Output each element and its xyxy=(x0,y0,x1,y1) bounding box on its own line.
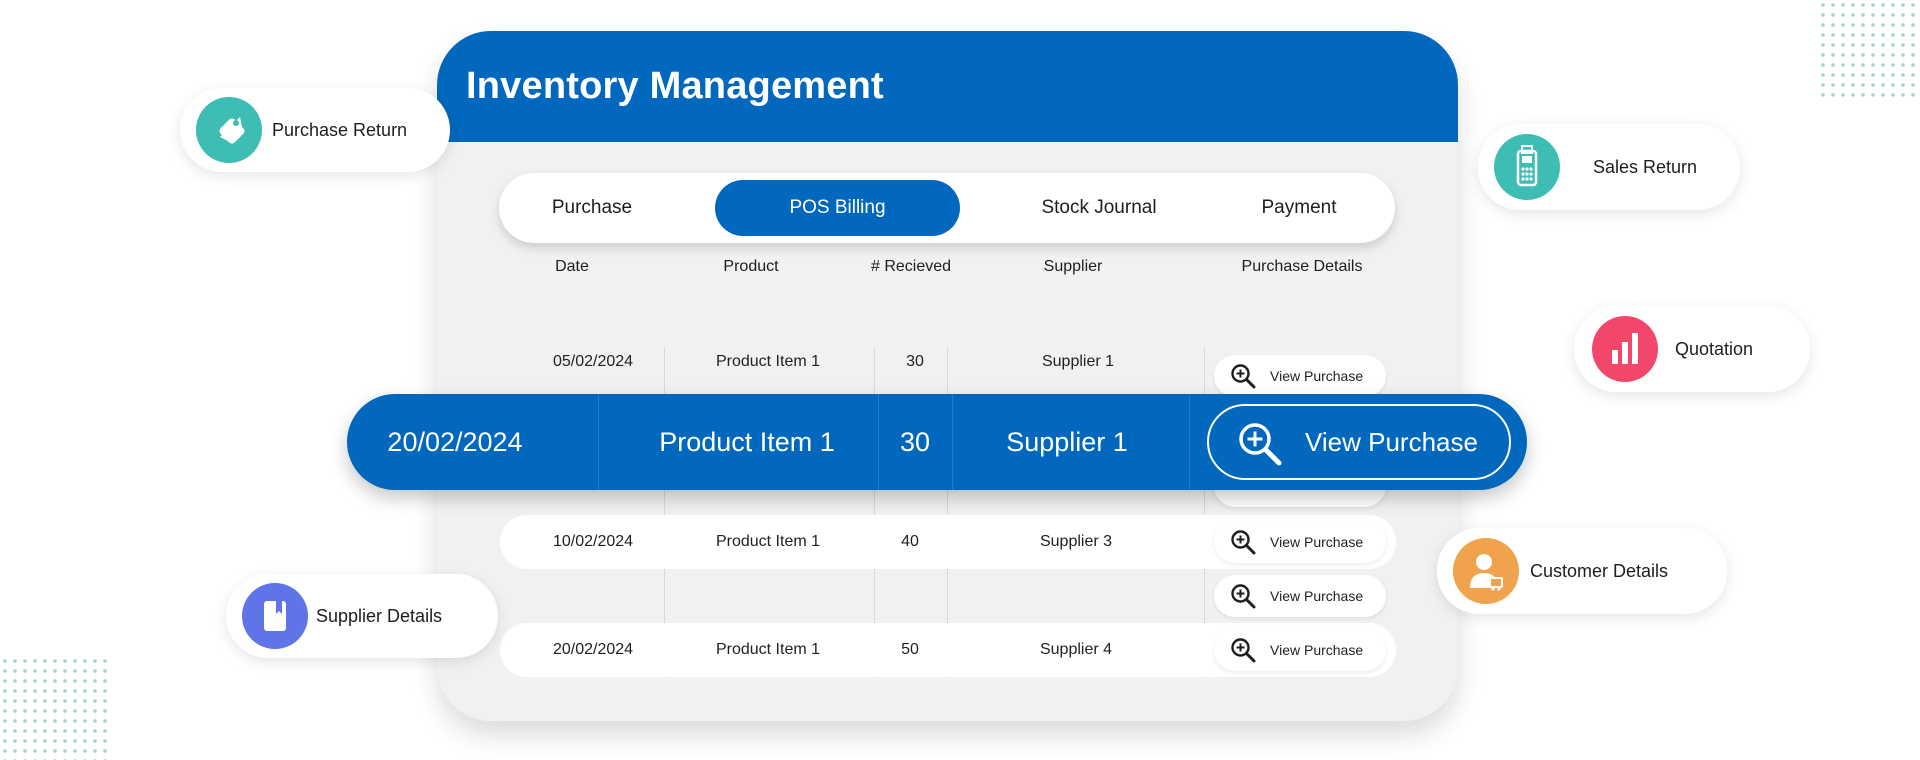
view-purchase-button[interactable]: View Purchase xyxy=(1214,629,1386,671)
view-purchase-label: View Purchase xyxy=(1270,642,1364,658)
pill-icon-circle xyxy=(242,583,308,649)
pill-label: Sales Return xyxy=(1593,157,1698,177)
zoom-in-icon xyxy=(1231,530,1256,555)
pill-label: Supplier Details xyxy=(316,606,443,626)
view-purchase-button-highlighted[interactable]: View Purchase xyxy=(1207,404,1511,480)
tab-stock-journal[interactable]: Stock Journal xyxy=(1009,180,1189,236)
column-header-received: # Recieved xyxy=(870,258,952,275)
pill-icon-circle xyxy=(1592,316,1658,382)
highlight-cell-received: 30 xyxy=(899,427,931,457)
cell-supplier: Supplier 1 xyxy=(1041,353,1115,370)
dot-pattern-decoration xyxy=(1818,0,1920,102)
view-purchase-button[interactable]: View Purchase xyxy=(1214,521,1386,563)
cell-received: 40 xyxy=(901,533,919,550)
purchase-return-pill[interactable]: Purchase Return xyxy=(180,88,450,172)
view-purchase-label: View Purchase xyxy=(1305,427,1478,457)
cell-supplier: Supplier 3 xyxy=(1039,533,1113,550)
cell-product: Product Item 1 xyxy=(715,641,821,658)
tab-bar: Purchase POS Billing Stock Journal Payme… xyxy=(499,173,1395,243)
highlighted-table-row[interactable]: 20/02/2024 Product Item 1 30 Supplier 1 … xyxy=(347,394,1527,490)
cell-received: 30 xyxy=(906,353,924,370)
tab-purchase[interactable]: Purchase xyxy=(517,180,667,236)
cell-product: Product Item 1 xyxy=(715,353,821,370)
view-purchase-button[interactable]: View Purchase xyxy=(1214,575,1386,617)
quotation-pill[interactable]: Quotation xyxy=(1574,306,1810,392)
bar-chart-icon xyxy=(1612,333,1638,364)
column-divider xyxy=(598,394,599,490)
cell-product: Product Item 1 xyxy=(715,533,821,550)
column-header-date: Date xyxy=(555,258,589,275)
cell-date: 10/02/2024 xyxy=(552,533,634,550)
page-title: Inventory Management xyxy=(466,65,884,107)
cell-received: 50 xyxy=(901,641,919,658)
sales-return-pill[interactable]: Sales Return xyxy=(1478,124,1740,210)
zoom-in-icon xyxy=(1231,638,1256,663)
pill-label: Purchase Return xyxy=(272,120,408,140)
tag-icon xyxy=(219,117,245,144)
column-header-purchase-details: Purchase Details xyxy=(1241,258,1363,275)
view-purchase-label: View Purchase xyxy=(1270,588,1364,604)
column-divider xyxy=(952,394,953,490)
pill-icon-circle xyxy=(196,97,262,163)
pill-icon-circle xyxy=(1494,134,1560,200)
customer-icon xyxy=(1470,554,1503,591)
book-icon xyxy=(264,601,286,631)
column-divider xyxy=(1189,394,1190,490)
view-purchase-button[interactable]: View Purchase xyxy=(1214,355,1386,397)
pill-icon-circle xyxy=(1453,538,1519,604)
column-header-product: Product xyxy=(723,258,779,275)
pill-label: Customer Details xyxy=(1530,561,1669,581)
card-header: Inventory Management xyxy=(437,31,1458,142)
cell-date: 20/02/2024 xyxy=(552,641,634,658)
column-header-supplier: Supplier xyxy=(1043,258,1103,275)
tab-payment[interactable]: Payment xyxy=(1219,180,1379,236)
cell-supplier: Supplier 4 xyxy=(1039,641,1113,658)
highlight-cell-supplier: Supplier 1 xyxy=(1006,427,1128,457)
view-purchase-label: View Purchase xyxy=(1270,534,1364,550)
column-divider xyxy=(878,394,879,490)
zoom-in-icon xyxy=(1231,584,1256,609)
cell-date: 05/02/2024 xyxy=(552,353,634,370)
pill-label: Quotation xyxy=(1675,339,1754,359)
customer-details-pill[interactable]: Customer Details xyxy=(1437,528,1727,614)
dot-pattern-decoration xyxy=(0,656,108,760)
zoom-in-icon xyxy=(1231,364,1256,389)
highlight-cell-date: 20/02/2024 xyxy=(387,427,523,457)
highlight-cell-product: Product Item 1 xyxy=(659,427,835,457)
card-reader-icon xyxy=(1516,145,1538,187)
view-purchase-label: View Purchase xyxy=(1270,368,1364,384)
supplier-details-pill[interactable]: Supplier Details xyxy=(226,574,498,658)
tab-pos-billing[interactable]: POS Billing xyxy=(715,180,960,236)
zoom-in-icon xyxy=(1239,423,1282,466)
